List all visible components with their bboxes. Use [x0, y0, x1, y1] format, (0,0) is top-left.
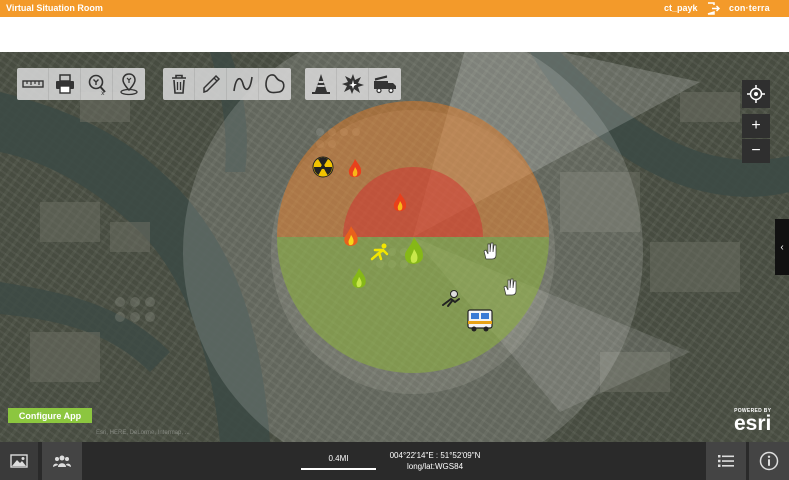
map-canvas — [0, 52, 789, 442]
draw-freehand-icon[interactable] — [195, 68, 227, 100]
select-by-polygon-icon[interactable]: x — [81, 68, 113, 100]
list-icon — [718, 455, 734, 467]
map-attribution: Esri, HERE, DeLorme, Intermap, ... — [96, 430, 190, 436]
side-panel-toggle[interactable]: ‹ — [775, 219, 789, 275]
header-spacer — [0, 17, 789, 52]
print-icon[interactable] — [49, 68, 81, 100]
scale-label: 0.4MI — [328, 454, 349, 463]
username[interactable]: ct_payk — [664, 3, 698, 13]
group-icon — [53, 455, 71, 467]
explosion-icon[interactable] — [337, 68, 369, 100]
svg-text:x: x — [101, 90, 105, 96]
toolbar-group-draw — [163, 68, 291, 100]
draw-polygon-icon[interactable] — [259, 68, 291, 100]
users-button[interactable] — [42, 442, 82, 480]
info-icon — [759, 451, 779, 471]
fire-truck-icon[interactable] — [369, 68, 401, 100]
fire-icon[interactable] — [347, 158, 363, 180]
measure-icon[interactable] — [17, 68, 49, 100]
logout-icon[interactable] — [707, 2, 721, 15]
basemap-button[interactable] — [0, 442, 38, 480]
image-icon — [10, 454, 28, 468]
brand-logo: con·terra — [729, 3, 770, 13]
hazard-hand-icon[interactable] — [481, 241, 499, 261]
scale-bar: 0.4MI — [301, 451, 376, 471]
injured-person-icon[interactable] — [369, 242, 391, 262]
locate-button[interactable] — [742, 80, 770, 108]
toolbar-group-incident — [305, 68, 401, 100]
radiation-icon[interactable] — [312, 156, 334, 178]
ambulance-icon[interactable] — [466, 307, 496, 333]
layer-list-button[interactable] — [706, 442, 746, 480]
crosshair-icon — [747, 85, 765, 103]
info-button[interactable] — [749, 442, 789, 480]
esri-logo: POWERED BY esri — [734, 408, 771, 434]
title-bar: Virtual Situation Room ct_payk con·terra — [0, 0, 789, 17]
status-bar: 0.4MI 004°22'14"E : 51°52'09"N long/lat:… — [0, 442, 789, 480]
draw-line-icon[interactable] — [227, 68, 259, 100]
projection: long/lat:WGS84 — [406, 462, 464, 471]
app-title: Virtual Situation Room — [6, 3, 103, 13]
zoom-in-button[interactable]: + — [742, 114, 770, 138]
configure-app-button[interactable]: Configure App — [8, 408, 92, 423]
coordinates: 004°22'14"E : 51°52'09"N — [389, 451, 481, 460]
roadblock-icon[interactable] — [305, 68, 337, 100]
select-by-point-icon[interactable] — [113, 68, 145, 100]
fire-icon[interactable] — [392, 192, 408, 214]
zoom-out-button[interactable]: − — [742, 139, 770, 163]
coordinate-readout: 004°22'14"E : 51°52'09"N long/lat:WGS84 — [380, 450, 490, 472]
fire-icon[interactable] — [350, 267, 368, 291]
map-view[interactable]: x + − ‹ Configure App Esri, HERE, DeLorm… — [0, 52, 789, 442]
delete-icon[interactable] — [163, 68, 195, 100]
hazard-hand-icon[interactable] — [501, 277, 519, 297]
rescue-icon[interactable] — [440, 289, 462, 309]
fire-icon[interactable] — [342, 225, 360, 249]
scale-line — [301, 468, 376, 470]
esri-wordmark: esri — [734, 412, 772, 435]
fire-icon[interactable] — [401, 236, 427, 268]
toolbar-group-tools: x — [17, 68, 145, 100]
